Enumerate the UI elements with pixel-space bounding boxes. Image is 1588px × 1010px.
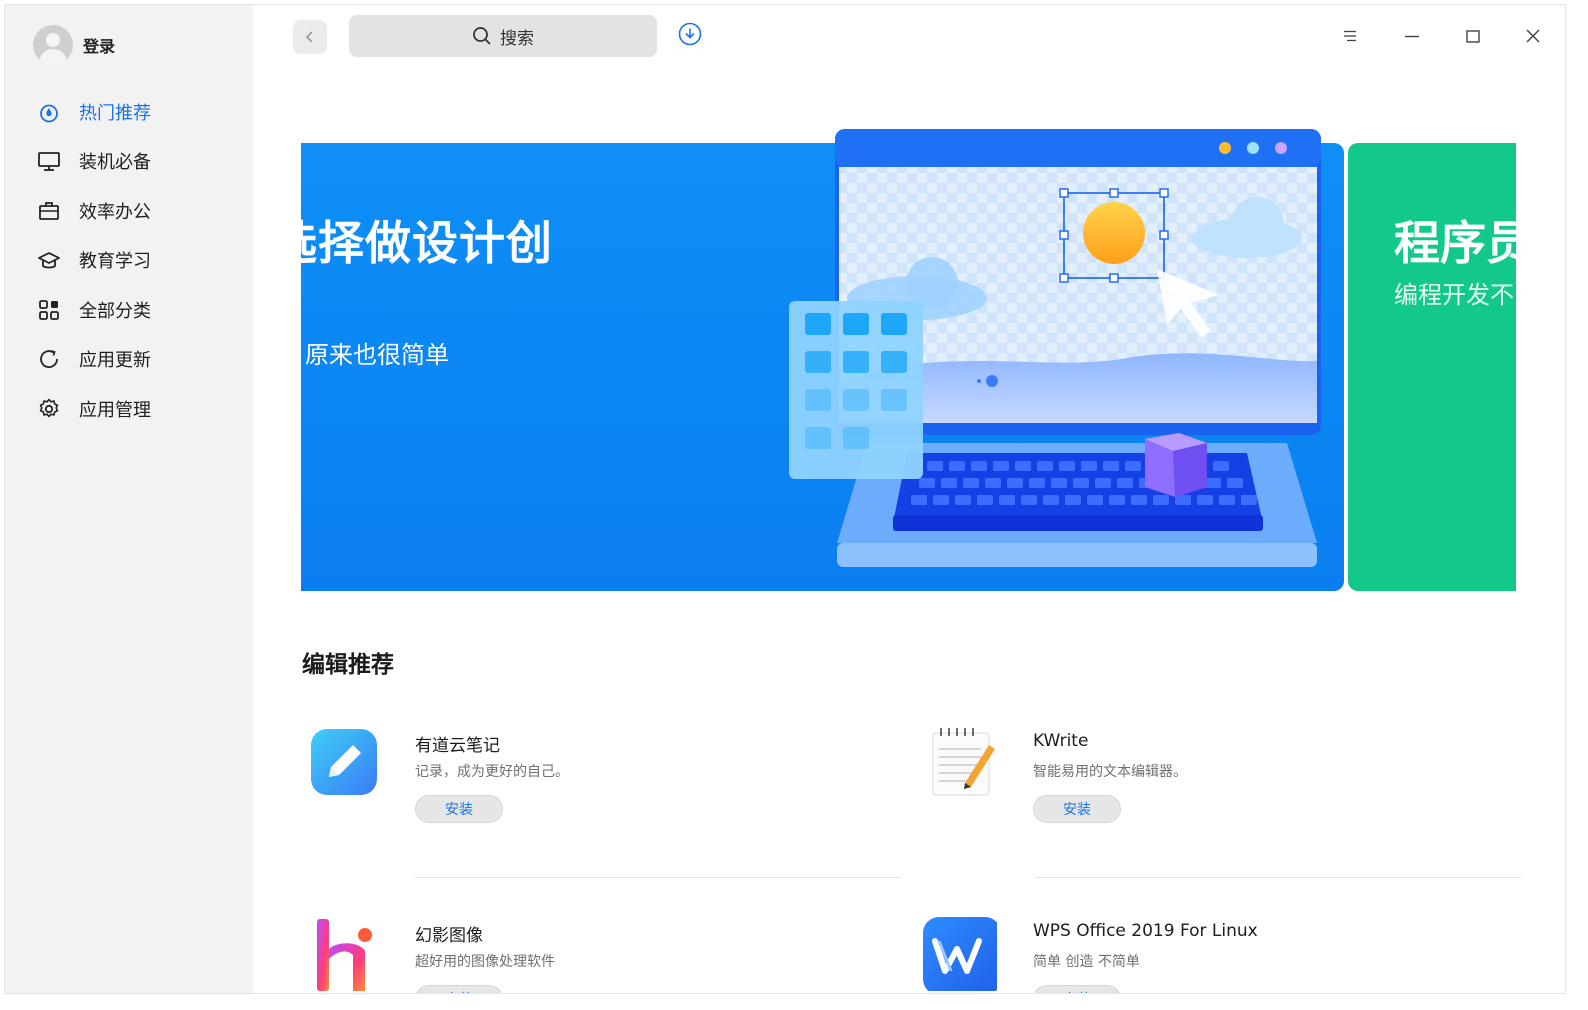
banner-title: 选择做设计创 <box>301 216 553 270</box>
install-button[interactable]: 安装 <box>1033 795 1121 823</box>
app-name[interactable]: 有道云笔记 <box>415 731 500 756</box>
login-area[interactable]: 登录 <box>33 25 115 65</box>
close-button[interactable] <box>1518 21 1548 51</box>
sidebar-item-label: 教育学习 <box>79 251 151 273</box>
search-input[interactable]: 搜索 <box>349 15 657 57</box>
app-card-wps[interactable]: WPS Office 2019 For Linux 简单 创造 不简单 安装 <box>921 915 1481 993</box>
sidebar-item-education[interactable]: 教育学习 <box>5 236 253 286</box>
sidebar-item-office[interactable]: 效率办公 <box>5 186 253 236</box>
sidebar: 登录 热门推荐 装机必备 效率办公 教育学习 全部分类 应用更新 应用管理 <box>5 5 253 993</box>
app-description: 超好用的图像处理软件 <box>415 954 555 970</box>
app-card-kwrite[interactable]: KWrite 智能易用的文本编辑器。 安装 <box>925 725 1485 855</box>
banner-next-subtitle: 编程开发不 <box>1394 281 1514 309</box>
banner-carousel[interactable]: 选择做设计创 原来也很简单 <box>301 123 1516 593</box>
refresh-icon <box>37 347 61 371</box>
app-name[interactable]: 幻影图像 <box>415 921 483 946</box>
gear-icon <box>37 397 61 421</box>
avatar[interactable] <box>33 25 73 65</box>
sidebar-item-label: 应用管理 <box>79 399 151 421</box>
install-button[interactable]: 安装 <box>415 795 503 823</box>
wps-icon[interactable] <box>921 915 997 991</box>
flame-icon <box>37 100 61 124</box>
sidebar-item-hot[interactable]: 热门推荐 <box>5 87 253 137</box>
app-name[interactable]: WPS Office 2019 For Linux <box>1033 921 1258 941</box>
banner-illustration <box>789 129 1321 567</box>
banner-slide-programmer[interactable]: 程序员 编程开发不 <box>1348 143 1516 591</box>
app-store-window: 登录 热门推荐 装机必备 效率办公 教育学习 全部分类 应用更新 应用管理 搜索… <box>4 4 1566 994</box>
search-icon <box>473 27 491 45</box>
grid-icon <box>37 298 61 322</box>
menu-icon <box>1344 30 1356 42</box>
sidebar-item-label: 热门推荐 <box>79 102 151 124</box>
sidebar-item-essentials[interactable]: 装机必备 <box>5 137 253 187</box>
title-bar: 搜索 <box>253 5 1565 65</box>
banner-next-title: 程序员 <box>1394 216 1516 270</box>
maximize-button[interactable] <box>1458 21 1488 51</box>
youdao-note-icon[interactable] <box>307 725 383 801</box>
sidebar-nav: 热门推荐 装机必备 效率办公 教育学习 全部分类 应用更新 应用管理 <box>5 87 253 434</box>
sidebar-item-label: 应用更新 <box>79 350 151 372</box>
app-name[interactable]: KWrite <box>1033 731 1088 751</box>
divider <box>1035 877 1521 878</box>
maximize-icon <box>1466 30 1480 43</box>
minimize-icon <box>1405 35 1419 38</box>
section-title: 编辑推荐 <box>302 652 394 678</box>
sidebar-item-categories[interactable]: 全部分类 <box>5 285 253 335</box>
close-icon <box>1526 29 1540 43</box>
sidebar-item-label: 效率办公 <box>79 201 151 223</box>
sidebar-item-updates[interactable]: 应用更新 <box>5 335 253 385</box>
app-card-huanying[interactable]: 幻影图像 超好用的图像处理软件 安装 <box>307 915 867 993</box>
sidebar-item-label: 全部分类 <box>79 300 151 322</box>
app-description: 简单 创造 不简单 <box>1033 954 1140 970</box>
menu-button[interactable] <box>1335 21 1365 51</box>
back-button[interactable] <box>293 20 327 54</box>
install-button[interactable]: 安装 <box>415 985 503 993</box>
divider <box>415 877 901 878</box>
app-description: 智能易用的文本编辑器。 <box>1033 764 1187 780</box>
monitor-icon <box>37 149 61 173</box>
sidebar-item-manage[interactable]: 应用管理 <box>5 384 253 434</box>
login-label[interactable]: 登录 <box>83 33 115 57</box>
graduation-cap-icon <box>37 248 61 272</box>
minimize-button[interactable] <box>1397 21 1427 51</box>
app-description: 记录，成为更好的自己。 <box>415 764 569 780</box>
download-icon <box>678 22 702 46</box>
banner-subtitle: 原来也很简单 <box>305 341 449 369</box>
install-button[interactable]: 安装 <box>1033 985 1121 993</box>
huanying-icon[interactable] <box>307 915 383 991</box>
sidebar-item-label: 装机必备 <box>79 152 151 174</box>
app-card-youdao[interactable]: 有道云笔记 记录，成为更好的自己。 安装 <box>307 725 867 855</box>
chevron-left-icon <box>305 31 313 43</box>
briefcase-icon <box>37 199 61 223</box>
search-placeholder: 搜索 <box>500 28 534 49</box>
download-button[interactable] <box>677 21 703 47</box>
kwrite-icon[interactable] <box>925 725 1001 801</box>
